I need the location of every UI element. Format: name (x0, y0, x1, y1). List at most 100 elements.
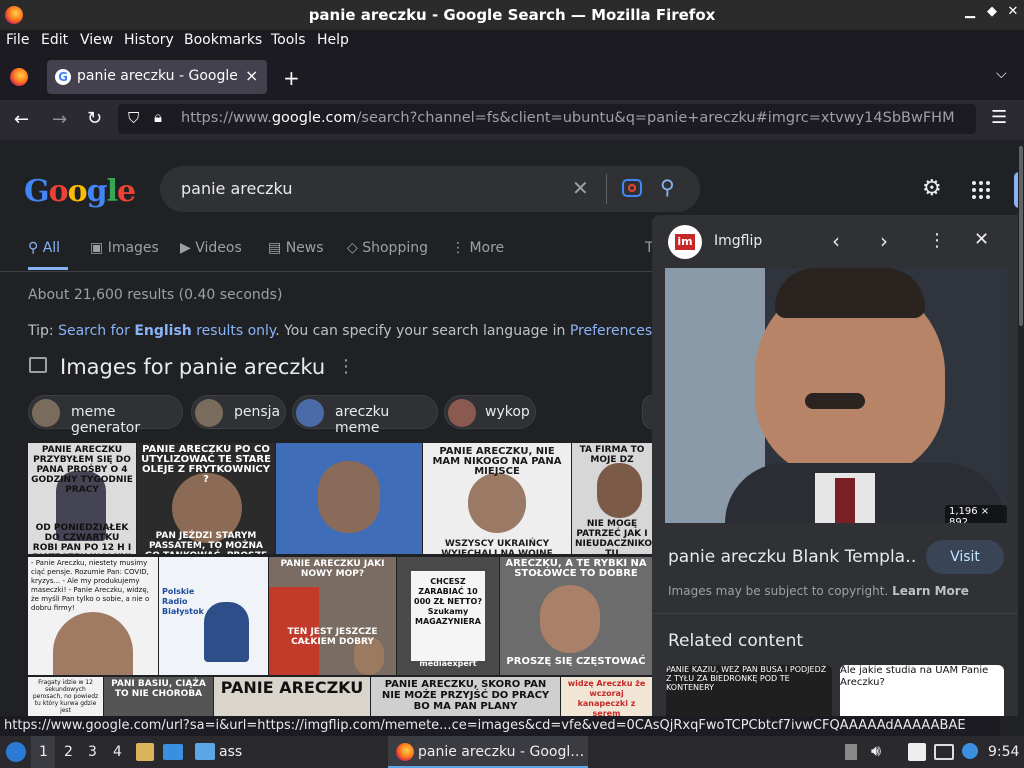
url-text[interactable]: https://www.google.com/search?channel=fs… (181, 110, 955, 126)
chip-meme-generator[interactable]: meme generator (28, 395, 183, 436)
tab-active[interactable]: G panie areczku - Google S × (47, 60, 267, 94)
clear-search-icon[interactable]: ✕ (572, 176, 589, 200)
desktop-icon[interactable] (163, 744, 183, 760)
google-apps-icon[interactable] (971, 180, 991, 200)
menu-edit[interactable]: Edit (41, 32, 68, 48)
learn-more-link[interactable]: Learn More (892, 584, 969, 598)
camera-lens-icon[interactable] (622, 179, 642, 197)
tab-more[interactable]: ⋮ More (451, 240, 504, 256)
preview-title[interactable]: panie areczku Blank Templa… (668, 547, 918, 567)
image-result[interactable]: PANIE ARECZKU PRZYBYŁEM SIĘ DO PANA PROŚ… (28, 443, 136, 554)
window-title: panie areczku - Google Search — Mozilla … (308, 6, 716, 24)
notes-icon[interactable] (908, 743, 926, 761)
lock-icon[interactable]: 🔒︎ (154, 108, 162, 126)
new-tab-button[interactable]: + (283, 66, 300, 90)
visit-button[interactable]: Visit (926, 540, 1004, 574)
chip-areczku-meme[interactable]: areczku meme (292, 395, 438, 436)
page-scrollbar[interactable] (1018, 140, 1024, 716)
image-result[interactable]: PANIE ARECZKU, NIE MAM NIKOGO NA PANA MI… (423, 443, 571, 554)
source-name[interactable]: Imgflip (714, 233, 762, 249)
tab-images[interactable]: ▣ Images (90, 240, 159, 256)
search-box[interactable]: panie areczku ✕ ⚲ (160, 166, 700, 212)
tab-all-label: All (42, 240, 61, 256)
forward-icon[interactable]: → (52, 109, 67, 130)
image-result[interactable]: ARECZKU, A TE RYBKI NA STOŁÓWCE TO DOBRE… (500, 557, 652, 675)
image-result[interactable]: PANIE ARECZKU, SKORO PAN NIE MOŻE PRZYJŚ… (371, 677, 560, 716)
back-icon[interactable]: ← (14, 109, 29, 130)
image-result[interactable]: Polskie Radio Białystok (159, 557, 268, 675)
workspace-1[interactable]: 1 (39, 744, 48, 760)
previous-image-icon[interactable]: ‹ (832, 229, 840, 253)
english-results-link[interactable]: Search for English results only (58, 323, 275, 339)
menu-file[interactable]: File (6, 32, 29, 48)
image-caption-bottom: PAN JEŹDZI STARYM PASSATEM, TO MOŻNA GO … (145, 531, 267, 554)
volume-icon[interactable]: 🔊︎ (871, 741, 881, 761)
start-menu-icon[interactable] (6, 742, 26, 762)
image-result[interactable]: TA FIRMA TO MOJE DZ NIE MOGĘ PATRZEĆ JAK… (572, 443, 652, 554)
related-image[interactable]: Ale jakie studia na UAM Panie Areczku? (840, 665, 1004, 716)
window-title-bar: panie areczku - Google Search — Mozilla … (0, 0, 1024, 30)
settings-gear-icon[interactable]: ⚙ (922, 176, 942, 201)
menu-help[interactable]: Help (317, 32, 349, 48)
tab-videos[interactable]: ▶ Videos (180, 240, 242, 256)
image-result[interactable]: CHCESZ ZARABIAĆ 10 000 ZŁ NETTO? Szukamy… (397, 557, 499, 675)
image-caption-top: TA FIRMA TO MOJE DZ (579, 445, 645, 465)
image-result[interactable]: PANIE ARECZKU JAKI NOWY MOP? TEN JEST JE… (269, 557, 396, 675)
workspace-3[interactable]: 3 (88, 744, 97, 760)
list-tabs-chevron-icon[interactable]: ⌵ (996, 66, 1007, 82)
scrollbar-thumb[interactable] (1019, 146, 1023, 326)
minimize-icon[interactable]: ▁ (960, 4, 980, 24)
image-result[interactable]: Fragaty idzie w 12 sekundowych perosach,… (28, 677, 103, 716)
shield-icon[interactable]: ⛉ (128, 109, 139, 127)
tab-news[interactable]: ▤ News (268, 240, 324, 256)
reload-icon[interactable]: ↻ (87, 108, 102, 129)
image-result[interactable]: widzę Areczku że wczoraj kanapeczki z se… (561, 677, 652, 716)
image-caption-top: Fragaty idzie w 12 sekundowych perosach,… (32, 679, 99, 714)
clock[interactable]: 9:54 (988, 744, 1019, 760)
menu-view[interactable]: View (80, 32, 113, 48)
notification-icon[interactable] (962, 743, 978, 759)
menu-bookmarks[interactable]: Bookmarks (184, 32, 262, 48)
tray-clipboard-icon[interactable] (845, 744, 857, 760)
url-domain: google.com (271, 110, 357, 126)
chip-pensja[interactable]: pensja (191, 395, 286, 429)
url-bar[interactable]: ⛉ 🔒︎ https://www.google.com/search?chann… (118, 104, 976, 134)
search-icon[interactable]: ⚲ (660, 175, 675, 199)
preferences-link[interactable]: Preferences (570, 323, 652, 339)
google-logo[interactable]: Google (24, 174, 136, 209)
app-menu-icon[interactable]: ☰ (991, 107, 1007, 128)
workspace-4[interactable]: 4 (113, 744, 122, 760)
search-input[interactable]: panie areczku (181, 179, 292, 198)
images-section-title[interactable]: Images for panie areczku (60, 355, 325, 379)
maximize-icon[interactable]: ◆ (982, 4, 1002, 24)
preview-image[interactable]: 1,196 × 892 (665, 268, 1007, 523)
image-result[interactable]: - Panie Areczku, niestety musimy ciąć pe… (28, 557, 158, 675)
image-result[interactable] (276, 443, 422, 554)
next-image-icon[interactable]: › (880, 229, 888, 253)
file-manager-icon[interactable] (136, 743, 154, 761)
folder-label[interactable]: ass (219, 744, 242, 760)
close-window-icon[interactable]: ✕ (1003, 4, 1023, 24)
taskbar-window-button[interactable]: panie areczku - Googl… (388, 736, 588, 768)
firefox-view-icon[interactable] (10, 68, 28, 86)
network-icon[interactable] (934, 744, 954, 760)
image-figure (540, 585, 600, 653)
image-result[interactable]: PANIE ARECZKU PO CO UTYLIZOWAĆ TE STARE … (137, 443, 275, 554)
image-result[interactable]: PANI BASIU, CIĄŻA TO NIE CHOROBA (104, 677, 213, 716)
image-caption-top: PANIE ARECZKU JAKI NOWY MOP? (280, 559, 385, 579)
close-preview-icon[interactable]: ✕ (974, 229, 989, 250)
image-result[interactable]: PANIE ARECZKU (214, 677, 370, 716)
images-section-more-icon[interactable]: ⋮ (337, 356, 355, 377)
related-image[interactable]: PANIE KAZIU, WEŹ PAN BUSA I PODJEDŹ Z TY… (666, 665, 832, 716)
tab-shopping[interactable]: ◇ Shopping (347, 240, 428, 256)
tab-all[interactable]: ⚲ All (28, 240, 60, 256)
tab-close-button[interactable]: × (245, 66, 258, 85)
menu-tools[interactable]: Tools (271, 32, 306, 48)
folder-icon[interactable] (195, 743, 215, 760)
image-caption-top: widzę Areczku że wczoraj kanapeczki z se… (567, 679, 646, 716)
workspace-2[interactable]: 2 (64, 744, 73, 760)
more-options-icon[interactable]: ⋮ (928, 230, 946, 251)
tip-mid: . You can specify your search language i… (275, 323, 570, 339)
menu-history[interactable]: History (124, 32, 174, 48)
chip-wykop[interactable]: wykop (444, 395, 536, 429)
